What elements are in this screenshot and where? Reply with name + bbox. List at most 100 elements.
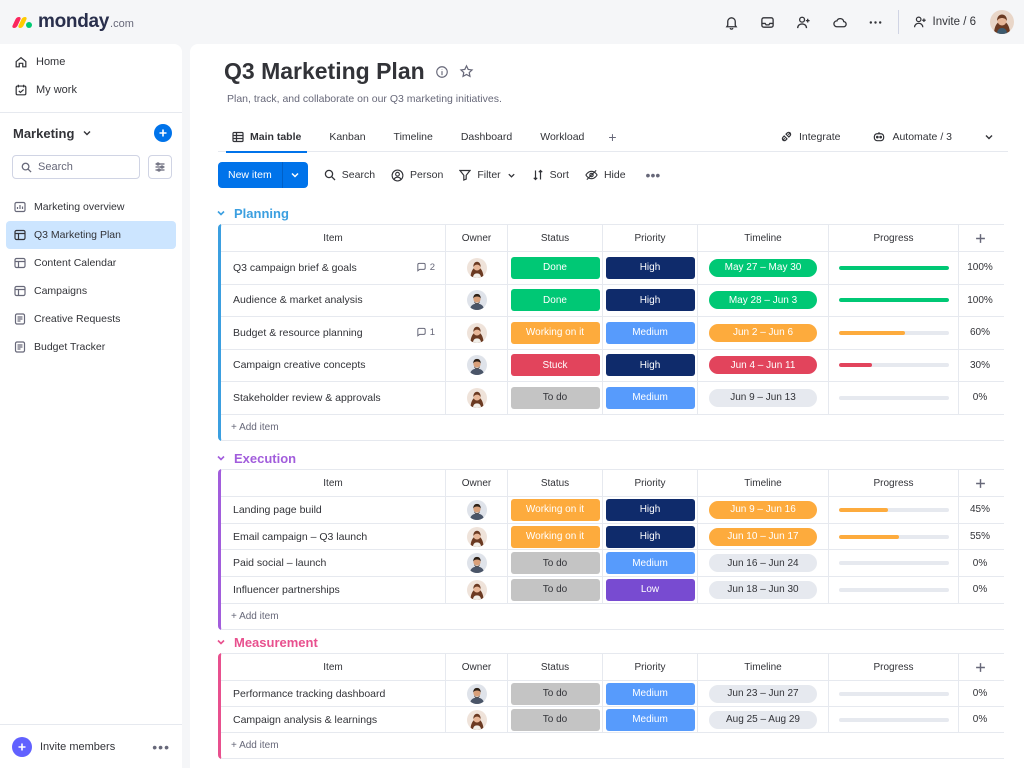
timeline-pill[interactable]: May 27 – May 30 (709, 258, 817, 277)
updates-indicator[interactable]: 1 (416, 327, 435, 338)
group-title[interactable]: Measurement (234, 635, 318, 650)
item-name[interactable]: Influencer partnerships (233, 584, 445, 596)
item-name[interactable]: Performance tracking dashboard (233, 688, 445, 700)
priority-cell[interactable]: Medium (603, 317, 698, 349)
priority-cell[interactable]: Medium (603, 707, 698, 732)
column-header-item[interactable]: Item (221, 225, 446, 251)
monday-logo[interactable]: monday .com (11, 11, 134, 33)
add-view-button[interactable]: + (598, 122, 626, 152)
status-pill[interactable]: Working on it (510, 321, 600, 344)
table-row[interactable]: Campaign creative concepts Stuck High Jun 4… (221, 349, 1004, 382)
owner-avatar[interactable] (466, 322, 487, 343)
owner-avatar[interactable] (466, 553, 487, 574)
table-row[interactable]: Performance tracking dashboard To do Mediu… (221, 681, 1004, 707)
timeline-cell[interactable]: Jun 2 – Jun 6 (698, 317, 829, 349)
timeline-pill[interactable]: Jun 9 – Jun 16 (709, 500, 817, 519)
timeline-pill[interactable]: Jun 23 – Jun 27 (709, 684, 817, 703)
sidebar-item-my-work[interactable]: My work (0, 76, 182, 104)
owner-cell[interactable] (446, 577, 508, 603)
timeline-pill[interactable]: Jun 9 – Jun 13 (709, 388, 817, 407)
column-header-priority[interactable]: Priority (603, 225, 698, 251)
status-cell[interactable]: Working on it (508, 523, 603, 550)
table-row[interactable]: Email campaign – Q3 launch Working on it H… (221, 523, 1004, 551)
priority-cell[interactable]: High (603, 284, 698, 316)
sidebar-board-marketing-overview[interactable]: Marketing overview (6, 193, 176, 221)
item-name[interactable]: Q3 campaign brief & goals (233, 262, 416, 274)
status-cell[interactable]: To do (508, 681, 603, 706)
group-title[interactable]: Execution (234, 451, 296, 466)
column-header-owner[interactable]: Owner (446, 225, 508, 251)
owner-avatar[interactable] (466, 355, 487, 376)
timeline-cell[interactable]: Jun 23 – Jun 27 (698, 681, 829, 706)
sidebar-board-content-calendar[interactable]: Content Calendar (6, 249, 176, 277)
priority-cell[interactable]: Medium (603, 382, 698, 414)
status-cell[interactable]: Done (508, 252, 603, 284)
priority-pill[interactable]: Medium (605, 708, 695, 731)
priority-cell[interactable]: Medium (603, 550, 698, 577)
item-name[interactable]: Landing page build (233, 504, 445, 516)
new-item-label[interactable]: New item (218, 162, 282, 188)
more-icon[interactable] (858, 0, 894, 44)
table-row[interactable]: Influencer partnerships To do Low Jun 18 – … (221, 577, 1004, 604)
table-row[interactable]: Paid social – launch To do Medium Jun 16 – … (221, 550, 1004, 578)
add-item-row[interactable]: + Add item (221, 415, 1004, 441)
timeline-pill[interactable]: May 28 – Jun 3 (709, 291, 817, 310)
sort-button[interactable]: Sort (532, 169, 569, 181)
column-header-priority[interactable]: Priority (603, 470, 698, 496)
inbox-icon[interactable] (750, 0, 786, 44)
item-cell[interactable]: Q3 campaign brief & goals 2 (221, 252, 446, 284)
add-item-row[interactable]: + Add item (221, 604, 1004, 630)
item-cell[interactable]: Audience & market analysis (221, 284, 446, 316)
timeline-cell[interactable]: May 28 – Jun 3 (698, 284, 829, 316)
apps-icon[interactable] (822, 0, 858, 44)
timeline-pill[interactable]: Jun 18 – Jun 30 (709, 580, 817, 599)
status-pill[interactable]: To do (510, 682, 600, 705)
item-name[interactable]: Email campaign – Q3 launch (233, 531, 445, 543)
priority-pill[interactable]: High (605, 525, 695, 548)
status-pill[interactable]: To do (510, 578, 600, 601)
timeline-pill[interactable]: Jun 2 – Jun 6 (709, 323, 817, 342)
status-pill[interactable]: To do (510, 708, 600, 731)
timeline-cell[interactable]: Jun 9 – Jun 13 (698, 382, 829, 414)
views-dropdown-button[interactable] (970, 122, 1008, 152)
table-row[interactable]: Q3 campaign brief & goals 2 Done High May 27… (221, 252, 1004, 285)
owner-cell[interactable] (446, 497, 508, 523)
more-icon[interactable]: ••• (152, 739, 170, 755)
owner-avatar[interactable] (466, 579, 487, 600)
owner-cell[interactable] (446, 317, 508, 349)
sidebar-board-campaigns[interactable]: Campaigns (6, 277, 176, 305)
owner-cell[interactable] (446, 523, 508, 550)
table-row[interactable]: Landing page build Working on it High Jun 9… (221, 497, 1004, 524)
item-cell[interactable]: Campaign creative concepts (221, 349, 446, 381)
item-name[interactable]: Budget & resource planning (233, 327, 416, 339)
search-button[interactable]: Search (324, 169, 375, 181)
column-header-timeline[interactable]: Timeline (698, 470, 829, 496)
table-row[interactable]: Stakeholder review & approvals To do Mediu… (221, 382, 1004, 415)
filter-button[interactable]: Filter (459, 169, 515, 181)
column-header-item[interactable]: Item (221, 654, 446, 680)
item-name[interactable]: Campaign analysis & learnings (233, 714, 445, 726)
sidebar-search-input[interactable]: Search (12, 155, 140, 179)
bell-icon[interactable] (714, 0, 750, 44)
status-pill[interactable]: To do (510, 552, 600, 575)
priority-pill[interactable]: Medium (605, 552, 695, 575)
owner-avatar[interactable] (466, 499, 487, 520)
priority-pill[interactable]: Low (605, 578, 695, 601)
sidebar-board-creative-requests[interactable]: Creative Requests (6, 305, 176, 333)
item-cell[interactable]: Landing page build (221, 497, 446, 523)
status-pill[interactable]: Done (510, 256, 600, 279)
item-cell[interactable]: Stakeholder review & approvals (221, 382, 446, 414)
status-cell[interactable]: Done (508, 284, 603, 316)
column-header-timeline[interactable]: Timeline (698, 225, 829, 251)
owner-avatar[interactable] (466, 257, 487, 278)
column-header-progress[interactable]: Progress (829, 654, 959, 680)
timeline-cell[interactable]: Jun 18 – Jun 30 (698, 577, 829, 603)
sidebar-filter-button[interactable] (148, 155, 172, 179)
automate-button[interactable]: Automate / 3 (858, 122, 966, 152)
invite-button[interactable]: Invite / 6 (907, 8, 982, 36)
chevron-down-icon[interactable] (216, 637, 226, 647)
status-cell[interactable]: To do (508, 382, 603, 414)
invite-members-label[interactable]: Invite members (40, 741, 115, 753)
new-item-button[interactable]: New item (218, 162, 308, 188)
priority-cell[interactable]: High (603, 523, 698, 550)
